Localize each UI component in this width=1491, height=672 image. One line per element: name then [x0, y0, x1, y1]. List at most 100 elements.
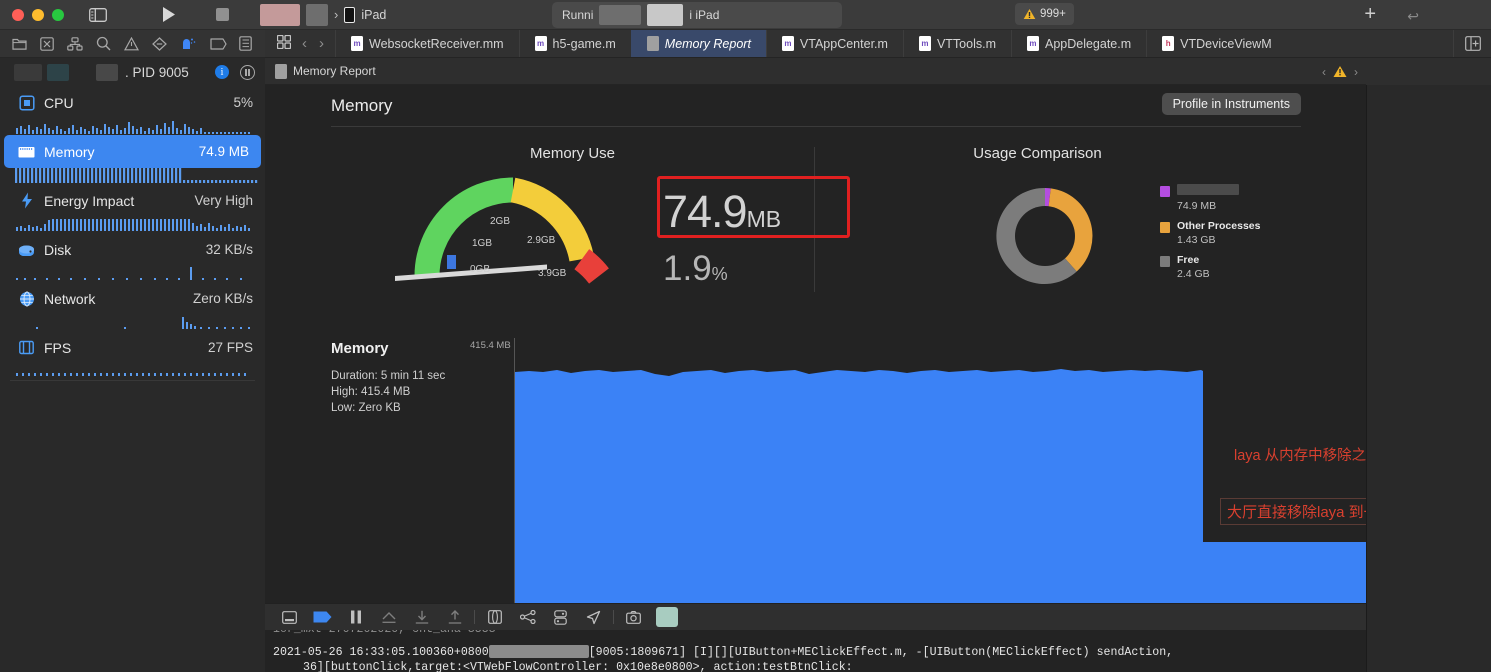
process-name-redacted [14, 63, 42, 81]
legend-item-other-processes: Other Processes 1.43 GB [1160, 220, 1260, 247]
tab-overview-icon[interactable] [273, 34, 295, 52]
warning-triangle-icon[interactable] [123, 36, 139, 51]
info-icon[interactable]: i [215, 65, 229, 79]
sidebar-toggle-icon[interactable] [86, 4, 110, 26]
scheme-selector[interactable]: › iPad [260, 3, 387, 26]
sidebar-item-disk[interactable]: Disk 32 KB/s [0, 233, 265, 266]
jump-bar-label: Memory Report [293, 64, 376, 78]
tab-memory-report[interactable]: Memory Report [630, 30, 766, 57]
energy-bolt-icon [18, 192, 35, 209]
sidebar-item-value: Zero KB/s [192, 291, 253, 306]
screenshot-icon[interactable] [617, 604, 650, 631]
tab-label: AppDelegate.m [1044, 36, 1132, 51]
breakpoint-tag-icon[interactable] [209, 37, 227, 50]
sidebar-item-memory[interactable]: Memory 74.9 MB [4, 135, 261, 168]
source-control-icon[interactable] [40, 36, 55, 51]
objc-file-icon: m [1026, 36, 1039, 51]
memory-percent: 1.9% [663, 249, 863, 294]
tab-vttools[interactable]: m VTTools.m [902, 30, 1011, 57]
minimize-window-button[interactable] [32, 8, 44, 21]
pause-icon[interactable] [240, 64, 255, 80]
debug-navigator: . PID 9005 i CPU 5% Memory 74.9 MB Energ… [0, 58, 265, 672]
next-issue-button[interactable]: › [1354, 65, 1358, 79]
network-sparkline [14, 315, 257, 330]
toggle-panels-icon[interactable]: ↩ [1407, 8, 1419, 25]
tab-back-button[interactable]: ‹ [297, 35, 312, 52]
sidebar-item-network[interactable]: Network Zero KB/s [0, 282, 265, 315]
location-simulate-icon[interactable] [577, 604, 610, 631]
scheme-name-redacted [260, 3, 300, 26]
gauge-tick-29gb: 2.9GB [527, 235, 556, 246]
objc-file-icon: m [351, 36, 363, 51]
pause-icon[interactable] [339, 604, 372, 631]
tab-websocketreceiver[interactable]: m WebsocketReceiver.mm [335, 30, 519, 57]
memory-graph-duration: Duration: 5 min 11 sec [331, 370, 446, 382]
search-icon[interactable] [96, 36, 111, 51]
tab-forward-button[interactable]: › [314, 35, 329, 52]
fps-film-icon [18, 339, 35, 356]
sidebar-item-fps[interactable]: FPS 27 FPS [0, 331, 265, 364]
run-button[interactable] [156, 4, 180, 26]
memory-graph-low: Low: Zero KB [331, 402, 401, 414]
add-button[interactable]: + [1364, 4, 1376, 24]
title-bar: › iPad Runni i iPad 999+ + ↩ [0, 0, 1491, 30]
test-diamond-icon[interactable] [151, 36, 167, 51]
cpu-sparkline [14, 119, 257, 134]
process-pid-label: . PID 9005 [125, 64, 189, 80]
tab-vtappcenter[interactable]: m VTAppCenter.m [765, 30, 903, 57]
gauge-tick-0gb: 0GB [470, 264, 491, 275]
report-icon [275, 63, 287, 79]
tab-vtdeviceviewm[interactable]: h VTDeviceViewM [1146, 30, 1286, 57]
memory-use-gauge: 0GB 1GB 2GB 2.9GB 3.9GB 74.9MB 1.9% [331, 176, 850, 301]
view-hierarchy-icon[interactable] [478, 604, 511, 631]
zoom-window-button[interactable] [52, 8, 64, 21]
profile-in-instruments-button[interactable]: Profile in Instruments [1161, 93, 1301, 115]
scheme-name-redacted-2 [306, 3, 328, 26]
debug-flow-icon[interactable] [511, 604, 544, 631]
console-line-2: 36][buttonClick,target:<VTWebFlowControl… [303, 661, 853, 672]
report-list-icon[interactable] [239, 36, 253, 51]
tab-appdelegate[interactable]: m AppDelegate.m [1010, 30, 1146, 57]
stop-button[interactable] [210, 4, 234, 26]
status-text: Runni [562, 8, 594, 22]
disk-sparkline [14, 266, 257, 281]
console-message: [9005:1809671] [I][][UIButton+MEClickEff… [588, 646, 1174, 659]
cpu-icon [18, 94, 35, 111]
memory-report-pane: Memory Profile in Instruments Memory Use [265, 85, 1366, 603]
process-row[interactable]: . PID 9005 i [0, 58, 265, 86]
breakpoint-activate-icon[interactable] [306, 604, 339, 631]
process-name-redacted-2 [47, 63, 69, 81]
symbol-hierarchy-icon[interactable] [67, 36, 83, 51]
device-name: iPad [361, 7, 387, 22]
prev-issue-button[interactable]: ‹ [1322, 65, 1326, 79]
folder-icon[interactable] [12, 37, 28, 51]
console-toggle-icon[interactable] [273, 604, 306, 631]
sidebar-item-label: Network [44, 290, 96, 307]
graph-annotation-1: laya 从内存中移除之后 [1234, 448, 1366, 464]
window-controls[interactable] [0, 8, 64, 21]
network-globe-icon [18, 290, 35, 307]
tab-label: WebsocketReceiver.mm [369, 36, 504, 51]
view-thumbnail[interactable] [656, 607, 678, 627]
utilities-pane [1366, 85, 1491, 672]
step-over-icon[interactable] [372, 604, 405, 631]
legend-label-redacted [1177, 184, 1239, 195]
activity-status[interactable]: Runni i iPad [552, 2, 842, 28]
memory-graph-axis-max: 415.4 MB [470, 340, 511, 351]
debug-gauge-icon[interactable] [180, 36, 197, 51]
scheme-chevron-icon: › [334, 7, 339, 22]
step-into-icon[interactable] [405, 604, 438, 631]
close-window-button[interactable] [12, 8, 24, 21]
debug-console[interactable]: ior_mxt=2707202020, cnt_ana 3553 2021-05… [265, 630, 1366, 672]
tab-controls: ‹ › [265, 30, 335, 57]
memory-graph-icon[interactable] [544, 604, 577, 631]
step-out-icon[interactable] [438, 604, 471, 631]
sidebar-item-energy-impact[interactable]: Energy Impact Very High [0, 184, 265, 217]
add-editor-icon[interactable] [1453, 30, 1491, 57]
legend-swatch [1160, 186, 1170, 197]
warning-count-badge[interactable]: 999+ [1015, 3, 1074, 25]
jump-bar[interactable]: Memory Report ‹ › [265, 58, 1366, 85]
device-icon [344, 6, 356, 23]
sidebar-item-cpu[interactable]: CPU 5% [0, 86, 265, 119]
tab-h5-game[interactable]: m h5-game.m [518, 30, 631, 57]
